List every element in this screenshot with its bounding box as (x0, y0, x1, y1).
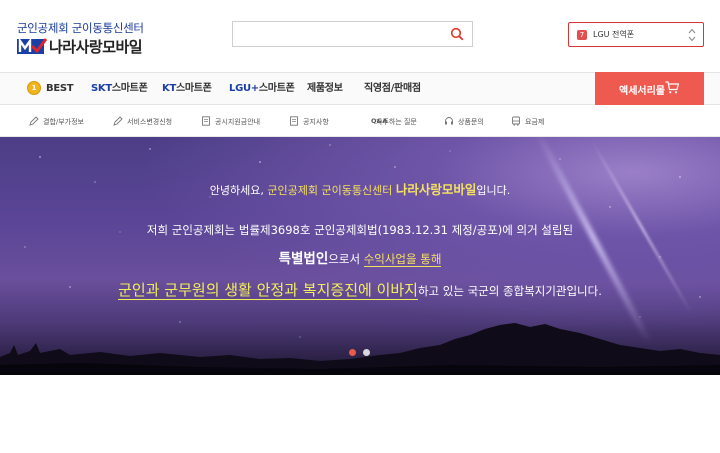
nav-item-lgu[interactable]: LGU+스마트폰 (229, 73, 295, 104)
search-icon[interactable] (450, 27, 464, 41)
carousel-dot-1[interactable] (349, 349, 356, 356)
subnav-label: 상품문의 (458, 118, 484, 126)
edit-icon (29, 116, 39, 126)
carrier-badge: 7 (577, 30, 587, 40)
logo-name: 나라사랑모바일 (49, 38, 143, 56)
document-icon (202, 116, 210, 126)
banner-mission: 군인과 군무원의 생활 안정과 복지증진에 이바지하고 있는 국군의 종합복지기… (0, 279, 720, 300)
updown-arrows-icon (688, 28, 696, 42)
nav-item-skt[interactable]: SKT스마트폰 (91, 73, 148, 104)
headset-icon (445, 117, 453, 125)
nav-item-best[interactable]: BEST (46, 73, 74, 104)
carousel-pagination (349, 349, 373, 358)
subnav-label: 서비스변경신청 (127, 118, 173, 126)
greeting-text: 안녕하세요, (209, 184, 268, 197)
document-icon (290, 116, 298, 126)
site-header: 군인공제회 군이동통신센터 나라사랑모바일 7 LGU 전역폰 (0, 0, 720, 72)
nav-label: 제품정보 (307, 83, 343, 94)
subnav-label: 결합/부가정보 (43, 118, 84, 126)
site-logo[interactable]: 군인공제회 군이동통신센터 나라사랑모바일 (17, 20, 157, 58)
greeting-suffix: 입니다. (476, 184, 511, 197)
nav-brand: LGU+ (229, 83, 259, 94)
subnav-label: 공지사항 (303, 118, 329, 126)
mission-highlight: 군인과 군무원의 생활 안정과 복지증진에 이바지 (118, 281, 418, 300)
carrier-select-value: LGU 전역폰 (593, 30, 635, 39)
subnav-label: 공시지원금안내 (215, 118, 261, 126)
accessory-mall-label: 액세서리몰 (619, 86, 665, 97)
brand-name: 나라사랑모바일 (395, 182, 477, 197)
bus-icon (512, 116, 520, 126)
nav-label: 스마트폰 (111, 83, 148, 94)
logo-mark-icon (17, 37, 47, 54)
banner-law-text: 저희 군인공제회는 법률제3698호 군인공제회법(1983.12.31 제정/… (146, 223, 574, 237)
nav-label: 스마트폰 (258, 83, 295, 94)
connector-text: 으로서 (328, 252, 364, 266)
nav-label: 직영점/판매점 (364, 83, 421, 94)
nav-label: 스마트폰 (175, 83, 212, 94)
subnav-label: 요금제 (525, 118, 545, 126)
mission-suffix: 하고 있는 국군의 종합복지기관입니다. (417, 284, 602, 298)
hero-banner: 안녕하세요, 군인공제회 군이동통신센터 나라사랑모바일입니다. 저희 군인공제… (0, 137, 720, 375)
sub-nav: 결합/부가정보 서비스변경신청 공시지원금안내 공지사항 Q&A 자주하는 질문… (0, 106, 720, 137)
nav-brand: KT (162, 83, 176, 94)
medal-icon: 1 (27, 81, 41, 95)
profit-business-text: 수익사업을 통해 (363, 252, 442, 267)
search-box (232, 21, 473, 47)
org-name: 군인공제회 군이동통신센터 (267, 184, 393, 197)
accessory-mall-button[interactable]: 액세서리몰 (595, 72, 704, 105)
search-input[interactable] (233, 22, 443, 46)
special-corp-text: 특별법인 (278, 251, 329, 267)
subnav-label: 자주하는 질문 (376, 118, 417, 126)
treeline (0, 323, 720, 375)
banner-greeting: 안녕하세요, 군인공제회 군이동통신센터 나라사랑모바일입니다. (0, 179, 720, 198)
banner-special-corp: 특별법인으로서 수익사업을 통해 (0, 247, 720, 267)
cart-icon (665, 81, 679, 94)
nav-brand: SKT (91, 83, 112, 94)
nav-item-kt[interactable]: KT스마트폰 (162, 73, 212, 104)
edit-icon (113, 116, 123, 126)
nav-item-product-info[interactable]: 제품정보 (307, 73, 343, 104)
carousel-dot-2[interactable] (363, 349, 370, 356)
nav-item-stores[interactable]: 직영점/판매점 (364, 73, 421, 104)
carrier-select[interactable]: 7 LGU 전역폰 (568, 22, 704, 47)
logo-tagline: 군인공제회 군이동통신센터 (17, 21, 144, 35)
nav-label: BEST (46, 83, 74, 94)
